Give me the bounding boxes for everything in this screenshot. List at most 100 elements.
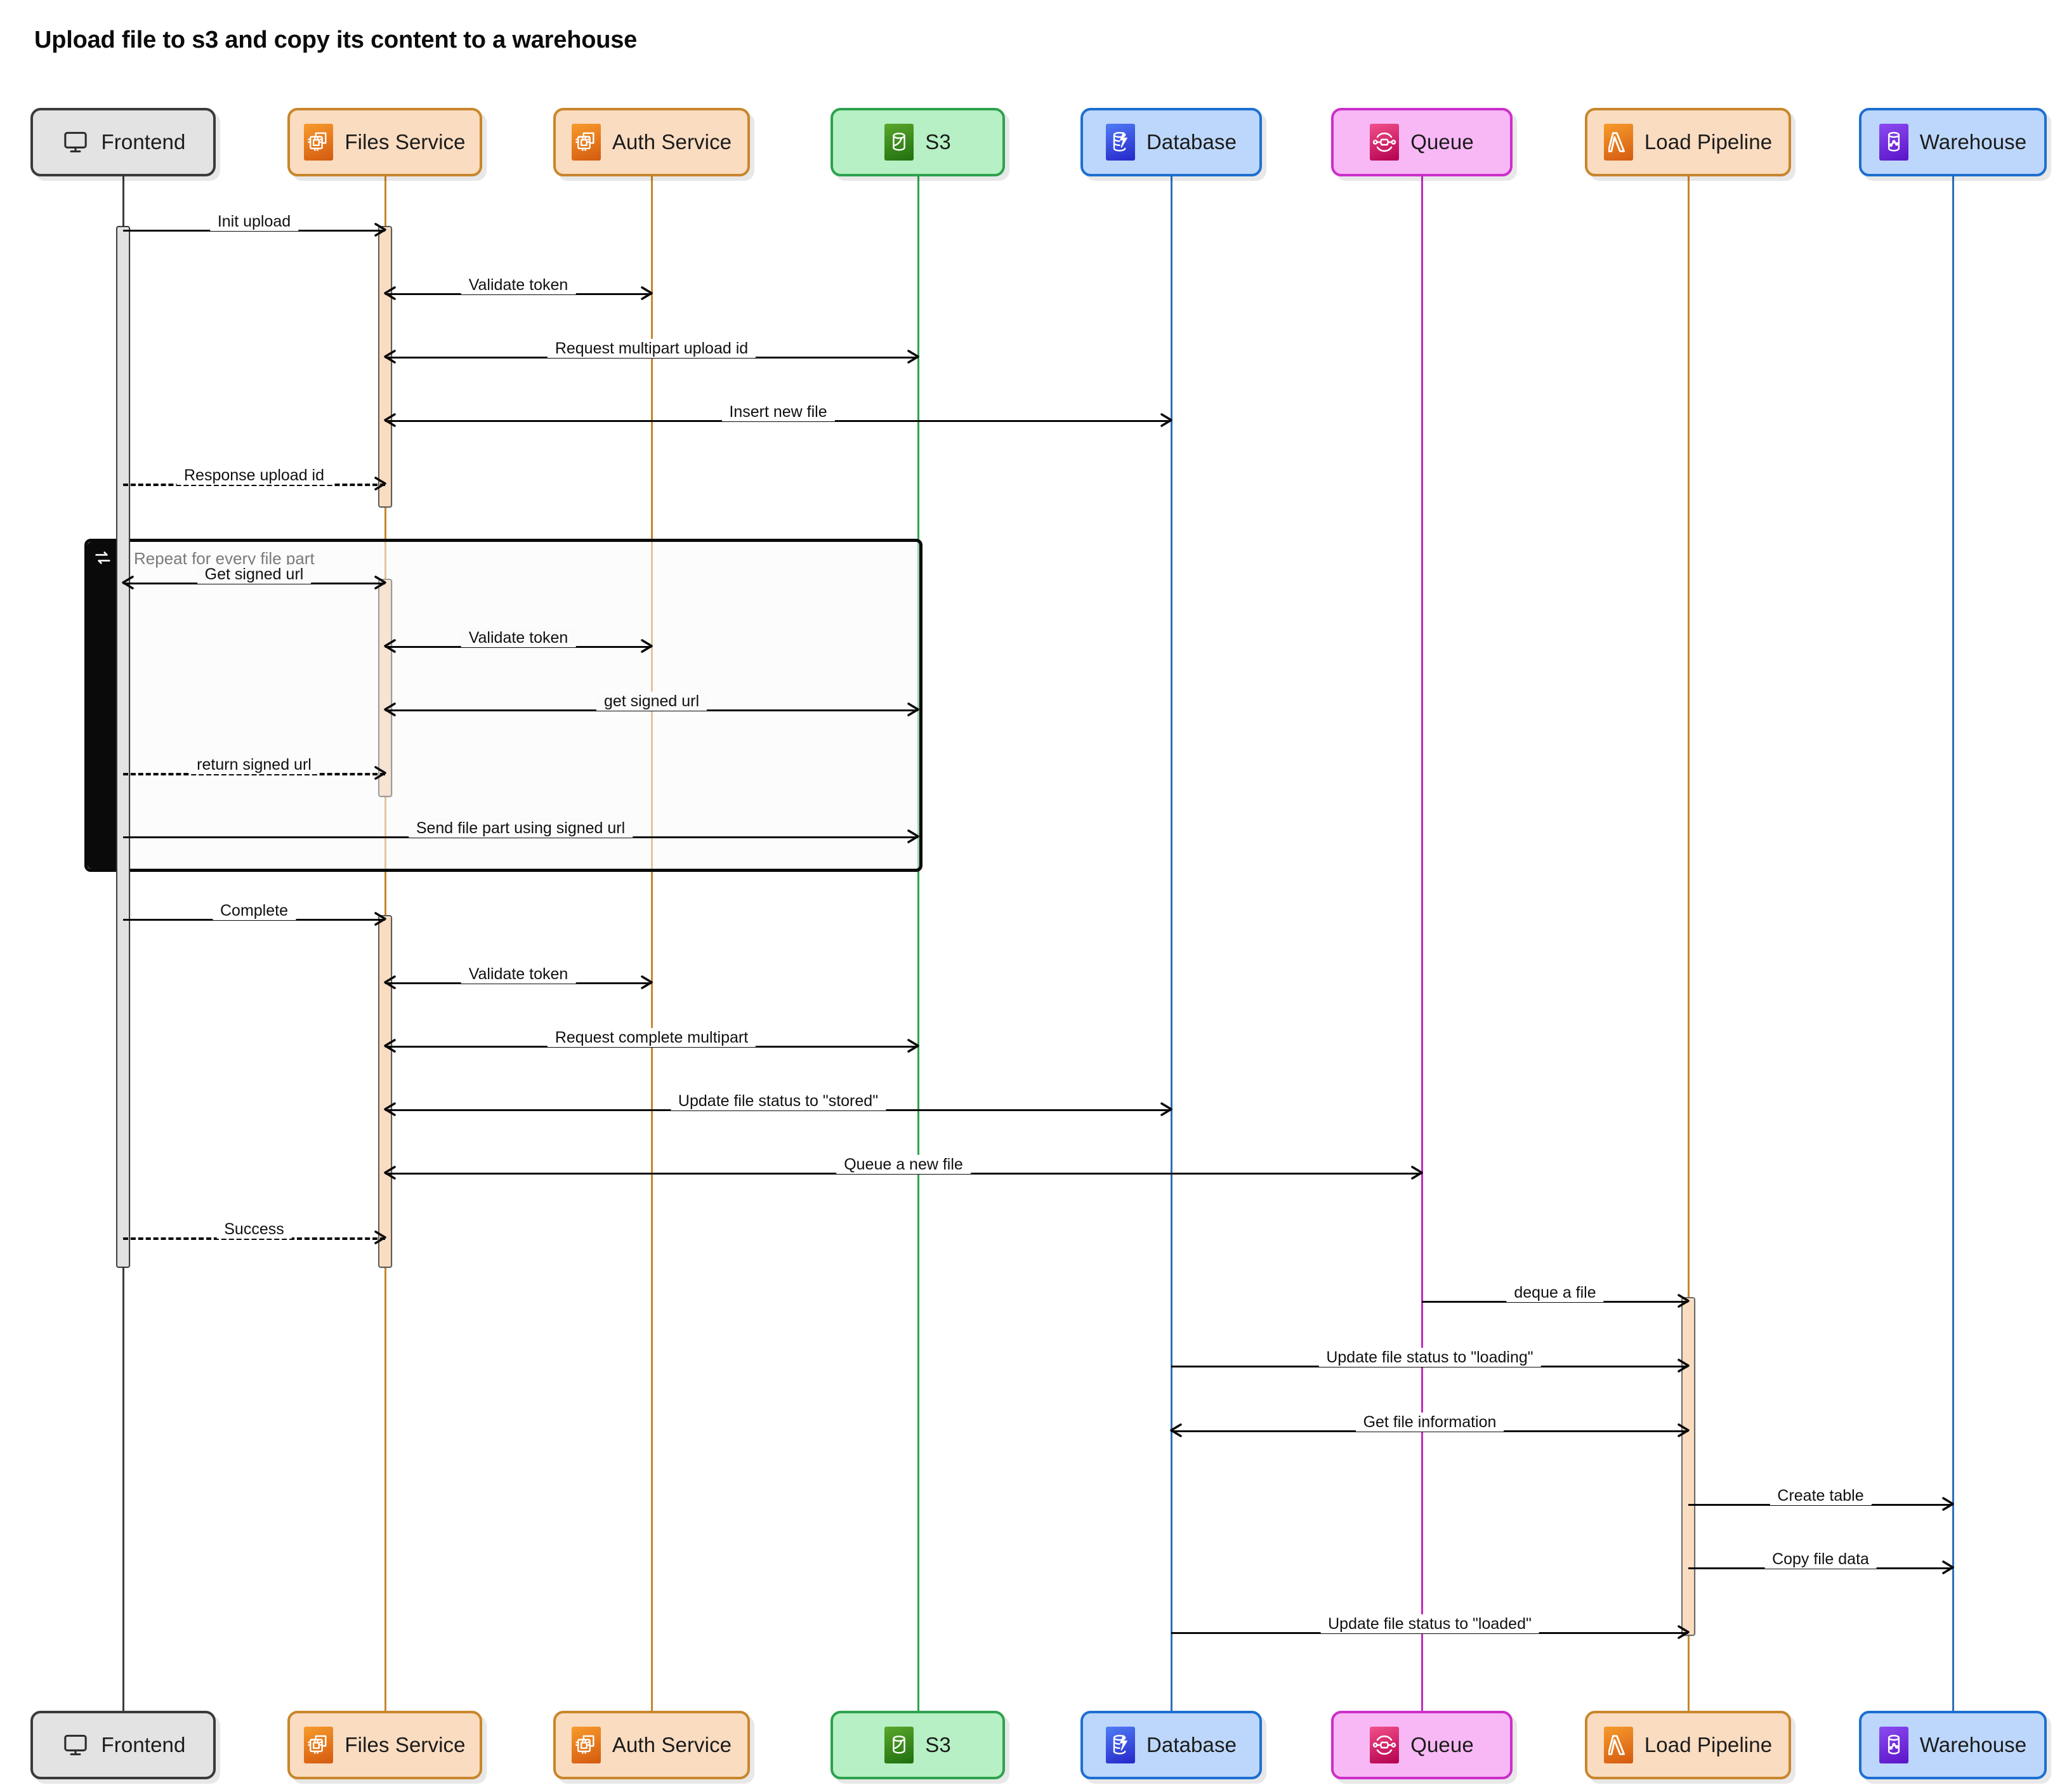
- message-label: return signed url: [189, 755, 319, 774]
- participant-label: Auth Service: [612, 1733, 732, 1756]
- microservice-icon: [304, 124, 334, 161]
- microservice-icon: [304, 1727, 334, 1763]
- arrowhead-icon: [1942, 1560, 1954, 1574]
- message-m9: return signed url: [123, 755, 386, 781]
- participant-label: Queue: [1410, 1733, 1474, 1756]
- participant-label: S3: [925, 1733, 951, 1756]
- participant-label: S3: [925, 130, 951, 154]
- queue-icon: [1370, 124, 1400, 161]
- participant-database-bottom[interactable]: Database: [1080, 1711, 1262, 1779]
- message-m17: deque a file: [1422, 1283, 1690, 1308]
- participant-warehouse-top[interactable]: Warehouse: [1859, 108, 2047, 176]
- lambda-icon: [1603, 1727, 1633, 1763]
- arrowhead-icon: [384, 702, 396, 716]
- message-label: Complete: [213, 901, 296, 920]
- arrowhead-icon: [1677, 1359, 1690, 1373]
- bucket-icon: [884, 124, 914, 161]
- microservice-icon: [571, 124, 601, 161]
- participant-s3-top[interactable]: S3: [831, 108, 1005, 176]
- participant-auth-top[interactable]: Auth Service: [553, 108, 750, 176]
- arrowhead-icon: [1677, 1423, 1690, 1437]
- message-label: Request multipart upload id: [547, 339, 756, 358]
- warehouse-icon: [1879, 1727, 1908, 1763]
- message-label: Create table: [1769, 1486, 1872, 1505]
- arrowhead-icon: [374, 912, 386, 926]
- participant-frontend-bottom[interactable]: Frontend: [30, 1711, 216, 1779]
- message-label: Update file status to "loading": [1318, 1348, 1541, 1367]
- microservice-icon: [571, 1727, 601, 1763]
- message-label: Queue a new file: [836, 1155, 971, 1174]
- participant-pipeline-bottom[interactable]: Load Pipeline: [1585, 1711, 1791, 1779]
- arrowhead-icon: [384, 1039, 396, 1053]
- bucket-icon: [884, 1727, 914, 1763]
- participant-files-top[interactable]: Files Service: [287, 108, 482, 176]
- message-label: Insert new file: [721, 402, 835, 421]
- message-m8: get signed url: [384, 692, 919, 717]
- message-m1: Init upload: [123, 212, 386, 237]
- message-m20: Create table: [1688, 1486, 1954, 1512]
- participant-s3-bottom[interactable]: S3: [831, 1711, 1005, 1779]
- message-label: Validate token: [461, 275, 576, 294]
- message-label: deque a file: [1506, 1283, 1604, 1302]
- message-label: Success: [216, 1220, 292, 1239]
- message-m21: Copy file data: [1688, 1550, 1954, 1575]
- message-m14: Update file status to "stored": [384, 1091, 1172, 1117]
- queue-icon: [1370, 1727, 1400, 1763]
- lifeline-queue: [1421, 176, 1423, 1711]
- message-label: Get file information: [1355, 1413, 1504, 1432]
- lifeline-warehouse: [1952, 176, 1954, 1711]
- participant-label: Warehouse: [1919, 130, 2027, 154]
- message-label: Copy file data: [1764, 1550, 1877, 1569]
- message-label: Validate token: [461, 628, 576, 647]
- activation-frontend: [116, 226, 130, 1268]
- participant-files-bottom[interactable]: Files Service: [287, 1711, 482, 1779]
- participant-frontend-top[interactable]: Frontend: [30, 108, 216, 176]
- arrowhead-icon: [907, 702, 919, 716]
- message-label: Validate token: [461, 965, 576, 984]
- database-bolt-icon: [1105, 124, 1135, 161]
- arrowhead-icon: [1677, 1625, 1690, 1639]
- message-m12: Validate token: [384, 965, 653, 990]
- arrowhead-icon: [1160, 413, 1172, 427]
- participant-label: Load Pipeline: [1644, 1733, 1773, 1756]
- arrowhead-icon: [374, 1230, 386, 1244]
- arrowhead-icon: [384, 975, 396, 989]
- participant-label: Frontend: [101, 130, 186, 154]
- participant-label: Database: [1146, 1733, 1237, 1756]
- message-m7: Validate token: [384, 628, 653, 654]
- participant-pipeline-top[interactable]: Load Pipeline: [1585, 108, 1791, 176]
- arrowhead-icon: [641, 975, 653, 989]
- lambda-icon: [1603, 124, 1633, 161]
- participant-auth-bottom[interactable]: Auth Service: [553, 1711, 750, 1779]
- loop-tab: [88, 542, 118, 869]
- warehouse-icon: [1879, 124, 1908, 161]
- participant-database-top[interactable]: Database: [1080, 108, 1262, 176]
- participant-label: Auth Service: [612, 130, 732, 154]
- arrowhead-icon: [122, 576, 134, 590]
- message-m13: Request complete multipart: [384, 1028, 919, 1053]
- participant-queue-bottom[interactable]: Queue: [1331, 1711, 1513, 1779]
- database-bolt-icon: [1105, 1727, 1135, 1763]
- message-m22: Update file status to "loaded": [1171, 1614, 1690, 1640]
- message-label: Send file part using signed url: [408, 819, 633, 838]
- arrowhead-icon: [374, 477, 386, 491]
- message-m4: Insert new file: [384, 402, 1172, 428]
- message-m15: Queue a new file: [384, 1155, 1423, 1180]
- message-label: Update file status to "stored": [670, 1091, 886, 1110]
- monitor-icon: [61, 124, 90, 161]
- message-m16: Success: [123, 1220, 386, 1245]
- participant-queue-top[interactable]: Queue: [1331, 108, 1513, 176]
- participant-warehouse-bottom[interactable]: Warehouse: [1859, 1711, 2047, 1779]
- message-m19: Get file information: [1170, 1413, 1690, 1438]
- arrowhead-icon: [641, 286, 653, 300]
- arrowhead-icon: [374, 576, 386, 590]
- arrowhead-icon: [1942, 1497, 1954, 1511]
- message-label: Request complete multipart: [547, 1028, 756, 1047]
- message-m5: Response upload id: [123, 466, 386, 491]
- arrowhead-icon: [641, 639, 653, 653]
- message-m10: Send file part using signed url: [123, 819, 919, 844]
- arrowhead-icon: [384, 350, 396, 364]
- message-m11: Complete: [123, 901, 386, 926]
- message-m2: Validate token: [384, 275, 653, 301]
- arrowhead-icon: [384, 1166, 396, 1180]
